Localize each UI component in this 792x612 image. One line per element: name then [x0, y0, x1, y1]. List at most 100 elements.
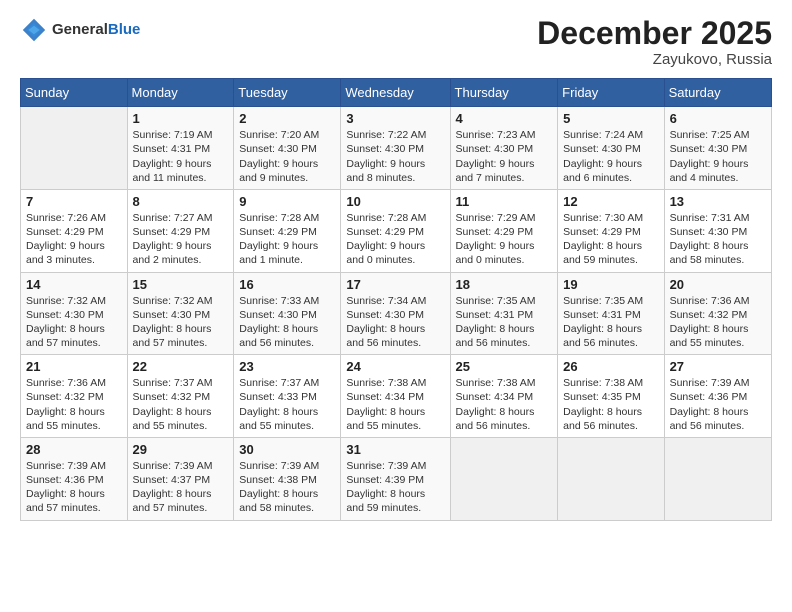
day-info: Sunrise: 7:30 AMSunset: 4:29 PMDaylight:… — [563, 211, 658, 268]
calendar-cell: 26 Sunrise: 7:38 AMSunset: 4:35 PMDayligh… — [558, 355, 664, 438]
day-info: Sunrise: 7:22 AMSunset: 4:30 PMDaylight:… — [346, 128, 444, 185]
calendar-cell: 17Sunrise: 7:34 AMSunset: 4:30 PMDayligh… — [341, 272, 450, 355]
day-number: 24 — [346, 359, 444, 374]
col-wednesday: Wednesday — [341, 79, 450, 107]
day-number: 18 — [456, 277, 553, 292]
logo-general: General — [52, 21, 108, 38]
col-tuesday: Tuesday — [234, 79, 341, 107]
day-number: 29 — [133, 442, 229, 457]
calendar-week-2: 7 Sunrise: 7:26 AMSunset: 4:29 PMDaylight… — [21, 189, 772, 272]
calendar-cell: 8Sunrise: 7:27 AMSunset: 4:29 PMDaylight… — [127, 189, 234, 272]
calendar-cell — [21, 107, 128, 190]
day-number: 2 — [239, 111, 335, 126]
location: Zayukovo, Russia — [537, 51, 772, 68]
day-info: Sunrise: 7:35 AMSunset: 4:31 PMDaylight:… — [456, 294, 553, 351]
calendar-cell: 13 Sunrise: 7:31 AMSunset: 4:30 PMDayligh… — [664, 189, 771, 272]
calendar-cell: 24 Sunrise: 7:38 AMSunset: 4:34 PMDayligh… — [341, 355, 450, 438]
day-info: Sunrise: 7:38 AMSunset: 4:35 PMDaylight:… — [563, 376, 658, 433]
day-number: 8 — [133, 194, 229, 209]
day-number: 10 — [346, 194, 444, 209]
calendar-body: 1 Sunrise: 7:19 AMSunset: 4:31 PMDaylight… — [21, 107, 772, 520]
calendar-cell: 14 Sunrise: 7:32 AMSunset: 4:30 PMDayligh… — [21, 272, 128, 355]
day-number: 6 — [670, 111, 766, 126]
calendar-cell: 31Sunrise: 7:39 AMSunset: 4:39 PMDayligh… — [341, 437, 450, 520]
col-saturday: Saturday — [664, 79, 771, 107]
logo: GeneralBlue — [20, 16, 140, 44]
day-number: 7 — [26, 194, 122, 209]
day-number: 14 — [26, 277, 122, 292]
calendar-cell: 12Sunrise: 7:30 AMSunset: 4:29 PMDayligh… — [558, 189, 664, 272]
calendar-week-5: 28 Sunrise: 7:39 AMSunset: 4:36 PMDayligh… — [21, 437, 772, 520]
calendar-cell: 30 Sunrise: 7:39 AMSunset: 4:38 PMDayligh… — [234, 437, 341, 520]
day-info: Sunrise: 7:38 AMSunset: 4:34 PMDaylight:… — [346, 376, 444, 433]
day-info: Sunrise: 7:19 AMSunset: 4:31 PMDaylight:… — [133, 128, 229, 185]
col-friday: Friday — [558, 79, 664, 107]
calendar-cell — [558, 437, 664, 520]
calendar-cell: 9Sunrise: 7:28 AMSunset: 4:29 PMDaylight… — [234, 189, 341, 272]
calendar-cell — [664, 437, 771, 520]
calendar-cell: 21 Sunrise: 7:36 AMSunset: 4:32 PMDayligh… — [21, 355, 128, 438]
day-info: Sunrise: 7:32 AMSunset: 4:30 PMDaylight:… — [26, 294, 122, 351]
day-info: Sunrise: 7:29 AMSunset: 4:29 PMDaylight:… — [456, 211, 553, 268]
day-number: 26 — [563, 359, 658, 374]
calendar-cell: 22Sunrise: 7:37 AMSunset: 4:32 PMDayligh… — [127, 355, 234, 438]
day-info: Sunrise: 7:34 AMSunset: 4:30 PMDaylight:… — [346, 294, 444, 351]
calendar-cell: 27 Sunrise: 7:39 AMSunset: 4:36 PMDayligh… — [664, 355, 771, 438]
day-info: Sunrise: 7:39 AMSunset: 4:36 PMDaylight:… — [670, 376, 766, 433]
day-info: Sunrise: 7:37 AMSunset: 4:33 PMDaylight:… — [239, 376, 335, 433]
day-info: Sunrise: 7:38 AMSunset: 4:34 PMDaylight:… — [456, 376, 553, 433]
day-number: 9 — [239, 194, 335, 209]
calendar-cell: 29 Sunrise: 7:39 AMSunset: 4:37 PMDayligh… — [127, 437, 234, 520]
day-info: Sunrise: 7:28 AMSunset: 4:29 PMDaylight:… — [346, 211, 444, 268]
day-number: 4 — [456, 111, 553, 126]
calendar-cell: 15Sunrise: 7:32 AMSunset: 4:30 PMDayligh… — [127, 272, 234, 355]
day-info: Sunrise: 7:25 AMSunset: 4:30 PMDaylight:… — [670, 128, 766, 185]
day-info: Sunrise: 7:24 AMSunset: 4:30 PMDaylight:… — [563, 128, 658, 185]
calendar-cell: 3 Sunrise: 7:22 AMSunset: 4:30 PMDaylight… — [341, 107, 450, 190]
day-info: Sunrise: 7:33 AMSunset: 4:30 PMDaylight:… — [239, 294, 335, 351]
calendar-cell: 19 Sunrise: 7:35 AMSunset: 4:31 PMDayligh… — [558, 272, 664, 355]
calendar-cell: 6 Sunrise: 7:25 AMSunset: 4:30 PMDaylight… — [664, 107, 771, 190]
calendar-week-3: 14 Sunrise: 7:32 AMSunset: 4:30 PMDayligh… — [21, 272, 772, 355]
col-monday: Monday — [127, 79, 234, 107]
day-info: Sunrise: 7:35 AMSunset: 4:31 PMDaylight:… — [563, 294, 658, 351]
day-number: 13 — [670, 194, 766, 209]
day-number: 5 — [563, 111, 658, 126]
day-number: 20 — [670, 277, 766, 292]
day-number: 11 — [456, 194, 553, 209]
day-info: Sunrise: 7:39 AMSunset: 4:37 PMDaylight:… — [133, 459, 229, 516]
day-info: Sunrise: 7:36 AMSunset: 4:32 PMDaylight:… — [26, 376, 122, 433]
header-row: Sunday Monday Tuesday Wednesday Thursday… — [21, 79, 772, 107]
calendar-week-4: 21 Sunrise: 7:36 AMSunset: 4:32 PMDayligh… — [21, 355, 772, 438]
day-number: 16 — [239, 277, 335, 292]
day-info: Sunrise: 7:39 AMSunset: 4:36 PMDaylight:… — [26, 459, 122, 516]
calendar-cell: 5 Sunrise: 7:24 AMSunset: 4:30 PMDaylight… — [558, 107, 664, 190]
calendar-cell: 1 Sunrise: 7:19 AMSunset: 4:31 PMDaylight… — [127, 107, 234, 190]
calendar-table: Sunday Monday Tuesday Wednesday Thursday… — [20, 78, 772, 520]
calendar-cell: 7 Sunrise: 7:26 AMSunset: 4:29 PMDaylight… — [21, 189, 128, 272]
day-number: 21 — [26, 359, 122, 374]
calendar-cell: 4 Sunrise: 7:23 AMSunset: 4:30 PMDaylight… — [450, 107, 558, 190]
day-number: 3 — [346, 111, 444, 126]
calendar-header: Sunday Monday Tuesday Wednesday Thursday… — [21, 79, 772, 107]
day-number: 19 — [563, 277, 658, 292]
day-number: 30 — [239, 442, 335, 457]
col-sunday: Sunday — [21, 79, 128, 107]
header: GeneralBlue December 2025 Zayukovo, Russ… — [20, 16, 772, 68]
day-info: Sunrise: 7:39 AMSunset: 4:38 PMDaylight:… — [239, 459, 335, 516]
day-info: Sunrise: 7:31 AMSunset: 4:30 PMDaylight:… — [670, 211, 766, 268]
logo-icon — [20, 16, 48, 44]
day-info: Sunrise: 7:23 AMSunset: 4:30 PMDaylight:… — [456, 128, 553, 185]
day-number: 22 — [133, 359, 229, 374]
title-block: December 2025 Zayukovo, Russia — [537, 16, 772, 68]
calendar-cell: 28 Sunrise: 7:39 AMSunset: 4:36 PMDayligh… — [21, 437, 128, 520]
page-container: GeneralBlue December 2025 Zayukovo, Russ… — [0, 0, 792, 531]
day-number: 1 — [133, 111, 229, 126]
day-number: 23 — [239, 359, 335, 374]
calendar-week-1: 1 Sunrise: 7:19 AMSunset: 4:31 PMDaylight… — [21, 107, 772, 190]
day-number: 27 — [670, 359, 766, 374]
calendar-cell: 16 Sunrise: 7:33 AMSunset: 4:30 PMDayligh… — [234, 272, 341, 355]
day-number: 28 — [26, 442, 122, 457]
calendar-cell: 11 Sunrise: 7:29 AMSunset: 4:29 PMDayligh… — [450, 189, 558, 272]
day-info: Sunrise: 7:26 AMSunset: 4:29 PMDaylight:… — [26, 211, 122, 268]
